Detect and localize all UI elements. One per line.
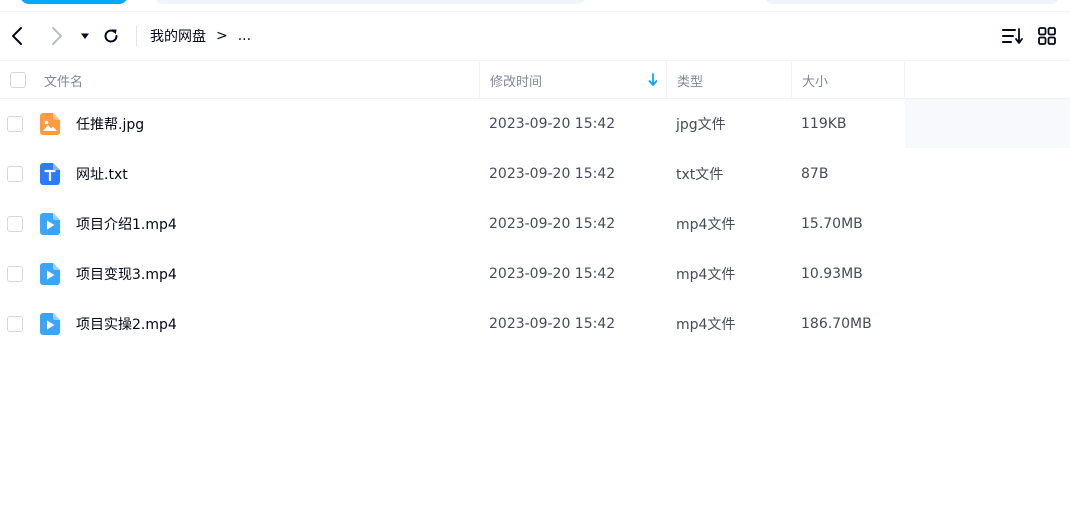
toolbar-divider [136, 26, 137, 46]
column-header-type[interactable]: 类型 [666, 61, 791, 99]
row-size: 119KB [801, 116, 847, 132]
row-modified: 2023-09-20 15:42 [489, 116, 616, 132]
upload-button[interactable] [20, 0, 128, 4]
select-all-checkbox[interactable] [10, 72, 26, 88]
row-checkbox-cell [7, 299, 23, 349]
row-checkbox[interactable] [7, 216, 23, 232]
row-name[interactable]: 任推帮.jpg [76, 99, 144, 149]
row-type: txt文件 [676, 167, 724, 183]
row-size: 15.70MB [801, 216, 863, 232]
column-header-name[interactable]: 文件名 [44, 61, 478, 99]
forward-button[interactable] [44, 24, 68, 48]
row-modified: 2023-09-20 15:42 [489, 166, 616, 182]
breadcrumb-separator: > [216, 28, 228, 44]
row-icon-cell [40, 149, 60, 199]
column-header-modified[interactable]: 修改时间 [479, 61, 666, 99]
text-file-icon [40, 163, 60, 185]
caret-down-icon [81, 33, 89, 39]
row-size: 10.93MB [801, 266, 863, 282]
breadcrumb-current[interactable]: ... [238, 28, 251, 44]
row-checkbox-cell [7, 249, 23, 299]
search-bar[interactable] [154, 0, 586, 4]
toolbar: 我的网盘 > ... [0, 12, 1070, 61]
back-button[interactable] [6, 24, 30, 48]
history-dropdown-button[interactable] [76, 24, 94, 48]
row-name[interactable]: 网址.txt [76, 149, 128, 199]
video-file-icon [40, 313, 60, 335]
breadcrumb: 我的网盘 > ... [150, 24, 251, 48]
row-icon-cell [40, 249, 60, 299]
row-type: mp4文件 [676, 267, 736, 283]
chevron-right-icon [52, 27, 62, 45]
sort-descending-icon [648, 73, 658, 86]
row-checkbox[interactable] [7, 316, 23, 332]
row-icon-cell [40, 99, 60, 149]
row-icon-cell [40, 199, 60, 249]
row-modified: 2023-09-20 15:42 [489, 316, 616, 332]
row-checkbox-cell [7, 99, 23, 149]
row-type: mp4文件 [676, 217, 736, 233]
row-checkbox[interactable] [7, 166, 23, 182]
row-checkbox[interactable] [7, 116, 23, 132]
grid-view-icon [1038, 27, 1056, 45]
table-row[interactable]: 任推帮.jpg 2023-09-20 15:42 jpg文件 119KB [0, 99, 1070, 149]
column-header-size[interactable]: 大小 [791, 61, 904, 99]
top-strip [0, 0, 1070, 12]
column-header-end-divider [904, 61, 905, 99]
sort-button[interactable] [1000, 24, 1024, 48]
grid-view-button[interactable] [1036, 24, 1058, 48]
row-name[interactable]: 项目实操2.mp4 [76, 299, 177, 349]
table-header: 文件名 修改时间 类型 大小 [0, 61, 1070, 99]
breadcrumb-root[interactable]: 我的网盘 [150, 26, 206, 46]
row-modified: 2023-09-20 15:42 [489, 216, 616, 232]
row-size: 87B [801, 166, 829, 182]
image-file-icon [40, 113, 60, 135]
table-row[interactable]: 网址.txt 2023-09-20 15:42 txt文件 87B [0, 149, 1070, 199]
video-file-icon [40, 213, 60, 235]
table-row[interactable]: 项目变现3.mp4 2023-09-20 15:42 mp4文件 10.93MB [0, 249, 1070, 299]
row-checkbox-cell [7, 199, 23, 249]
refresh-icon [104, 29, 118, 43]
row-name[interactable]: 项目变现3.mp4 [76, 249, 177, 299]
row-name[interactable]: 项目介绍1.mp4 [76, 199, 177, 249]
table-row[interactable]: 项目介绍1.mp4 2023-09-20 15:42 mp4文件 15.70MB [0, 199, 1070, 249]
top-right-bar[interactable] [764, 0, 1060, 4]
row-checkbox[interactable] [7, 266, 23, 282]
row-type: jpg文件 [676, 117, 726, 133]
table-row[interactable]: 项目实操2.mp4 2023-09-20 15:42 mp4文件 186.70M… [0, 299, 1070, 349]
sort-list-icon [1002, 28, 1023, 44]
row-modified: 2023-09-20 15:42 [489, 266, 616, 282]
row-type: mp4文件 [676, 317, 736, 333]
column-header-modified-label: 修改时间 [490, 74, 543, 90]
select-all-cell [10, 61, 28, 99]
row-size: 186.70MB [801, 316, 872, 332]
file-list: 任推帮.jpg 2023-09-20 15:42 jpg文件 119KB 网址.… [0, 99, 1070, 349]
chevron-left-icon [12, 27, 22, 45]
row-checkbox-cell [7, 149, 23, 199]
refresh-button[interactable] [99, 24, 123, 48]
row-icon-cell [40, 299, 60, 349]
video-file-icon [40, 263, 60, 285]
